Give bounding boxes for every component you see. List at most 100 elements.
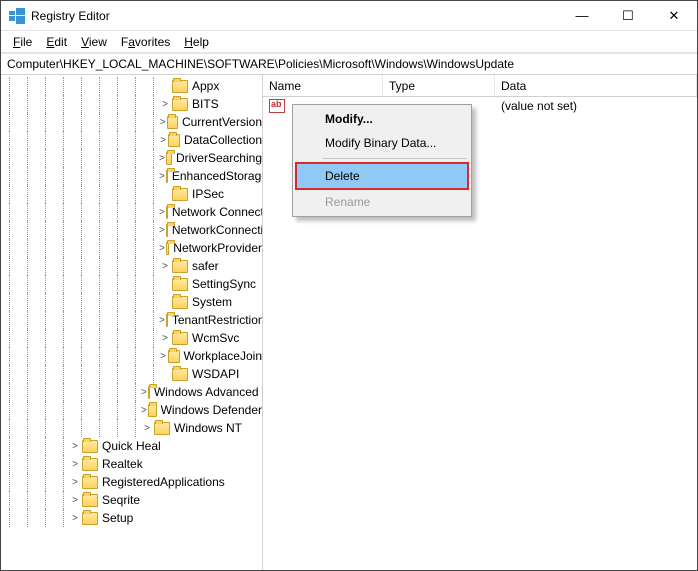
tree-item-label: BITS: [191, 97, 219, 111]
tree-item[interactable]: >Seqrite: [1, 491, 262, 509]
chevron-right-icon[interactable]: >: [159, 242, 165, 254]
col-name[interactable]: Name: [263, 75, 383, 96]
tree-item-label: safer: [191, 259, 219, 273]
tree-item[interactable]: >Windows Advanced Threat Protection: [1, 383, 262, 401]
tree-item[interactable]: Appx: [1, 77, 262, 95]
tree-item-label: RegisteredApplications: [101, 475, 225, 489]
tree-item[interactable]: >CurrentVersion: [1, 113, 262, 131]
tree-item[interactable]: >Network Connections: [1, 203, 262, 221]
tree-item-label: Windows Defender: [160, 403, 262, 417]
tree-item[interactable]: > DriverSearching: [1, 149, 262, 167]
folder-icon: [167, 116, 178, 129]
ctx-separator: [323, 158, 467, 159]
window-title: Registry Editor: [31, 9, 559, 23]
tree-item[interactable]: >WorkplaceJoin: [1, 347, 262, 365]
close-button[interactable]: ✕: [651, 1, 697, 30]
folder-icon: [172, 368, 188, 381]
tree-pane[interactable]: Appx>BITS>CurrentVersion>DataCollection>…: [1, 75, 263, 570]
tree-item-label: WcmSvc: [191, 331, 239, 345]
folder-icon: [172, 296, 188, 309]
tree-item[interactable]: > Windows NT: [1, 419, 262, 437]
tree-item-label: System: [191, 295, 232, 309]
minimize-button[interactable]: —: [559, 1, 605, 30]
chevron-right-icon[interactable]: >: [69, 512, 81, 524]
list-pane[interactable]: Name Type Data (value not set) Modify...…: [263, 75, 697, 570]
menu-file[interactable]: File: [7, 33, 38, 51]
chevron-right-icon[interactable]: >: [159, 152, 165, 164]
tree-item[interactable]: SettingSync: [1, 275, 262, 293]
tree-item[interactable]: > Windows Defender: [1, 401, 262, 419]
tree-item-label: EnhancedStorageDevices: [171, 169, 262, 183]
menu-help[interactable]: Help: [178, 33, 215, 51]
tree-item[interactable]: >Realtek: [1, 455, 262, 473]
col-data[interactable]: Data: [495, 75, 697, 96]
menu-view[interactable]: View: [75, 33, 113, 51]
tree-item[interactable]: >NetworkProvider: [1, 239, 262, 257]
tree-item[interactable]: IPSec: [1, 185, 262, 203]
tree-item-label: TenantRestrictions: [171, 313, 262, 327]
chevron-right-icon[interactable]: >: [141, 404, 147, 416]
tree-item[interactable]: WSDAPI: [1, 365, 262, 383]
ctx-modify[interactable]: Modify...: [295, 107, 469, 131]
tree-item[interactable]: > Setup: [1, 509, 262, 527]
folder-icon: [166, 242, 169, 255]
menu-favorites[interactable]: Favorites: [115, 33, 176, 51]
tree-item[interactable]: > safer: [1, 257, 262, 275]
chevron-right-icon[interactable]: >: [159, 98, 171, 110]
tree-item[interactable]: > WcmSvc: [1, 329, 262, 347]
folder-icon: [168, 134, 180, 147]
chevron-right-icon[interactable]: >: [69, 440, 81, 452]
chevron-right-icon[interactable]: >: [159, 134, 167, 146]
folder-icon: [168, 350, 179, 363]
folder-icon: [148, 386, 150, 399]
no-expander: [159, 296, 171, 308]
chevron-right-icon[interactable]: >: [141, 386, 147, 398]
menubar: File Edit View Favorites Help: [1, 31, 697, 53]
tree-item-label: Setup: [101, 511, 133, 525]
folder-icon: [172, 332, 188, 345]
chevron-right-icon[interactable]: >: [159, 332, 171, 344]
ctx-delete[interactable]: Delete: [295, 162, 469, 190]
tree-item-label: WSDAPI: [191, 367, 239, 381]
tree-item[interactable]: > TenantRestrictions: [1, 311, 262, 329]
chevron-right-icon[interactable]: >: [159, 260, 171, 272]
address-bar[interactable]: Computer\HKEY_LOCAL_MACHINE\SOFTWARE\Pol…: [1, 53, 697, 75]
list-header: Name Type Data: [263, 75, 697, 97]
tree-item-label: SettingSync: [191, 277, 256, 291]
tree-item[interactable]: > EnhancedStorageDevices: [1, 167, 262, 185]
chevron-right-icon[interactable]: >: [69, 458, 81, 470]
menu-edit[interactable]: Edit: [40, 33, 73, 51]
col-type[interactable]: Type: [383, 75, 495, 96]
tree-item-label: Windows NT: [173, 421, 242, 435]
folder-icon: [166, 152, 172, 165]
no-expander: [159, 278, 171, 290]
chevron-right-icon[interactable]: >: [69, 476, 81, 488]
tree-item[interactable]: > RegisteredApplications: [1, 473, 262, 491]
chevron-right-icon[interactable]: >: [159, 170, 165, 182]
chevron-right-icon[interactable]: >: [159, 350, 167, 362]
folder-icon: [166, 224, 168, 237]
chevron-right-icon[interactable]: >: [69, 494, 81, 506]
folder-icon: [172, 260, 188, 273]
registry-editor-window: Registry Editor — ☐ ✕ File Edit View Fav…: [0, 0, 698, 571]
titlebar[interactable]: Registry Editor — ☐ ✕: [1, 1, 697, 31]
tree-item[interactable]: >NetworkConnectivityStatusIndicator: [1, 221, 262, 239]
chevron-right-icon[interactable]: >: [159, 116, 166, 128]
chevron-right-icon[interactable]: >: [159, 206, 165, 218]
tree-item-label: DriverSearching: [175, 151, 262, 165]
tree-item[interactable]: >Quick Heal: [1, 437, 262, 455]
ctx-rename[interactable]: Rename: [295, 190, 469, 214]
folder-icon: [82, 458, 98, 471]
ctx-modify-binary[interactable]: Modify Binary Data...: [295, 131, 469, 155]
tree-item[interactable]: > BITS: [1, 95, 262, 113]
folder-icon: [166, 314, 168, 327]
chevron-right-icon[interactable]: >: [159, 224, 165, 236]
tree-item[interactable]: > DataCollection: [1, 131, 262, 149]
folder-icon: [154, 422, 170, 435]
folder-icon: [82, 440, 98, 453]
tree-item[interactable]: System: [1, 293, 262, 311]
chevron-right-icon[interactable]: >: [159, 314, 165, 326]
maximize-button[interactable]: ☐: [605, 1, 651, 30]
tree-item-label: DataCollection: [183, 133, 262, 147]
chevron-right-icon[interactable]: >: [141, 422, 153, 434]
